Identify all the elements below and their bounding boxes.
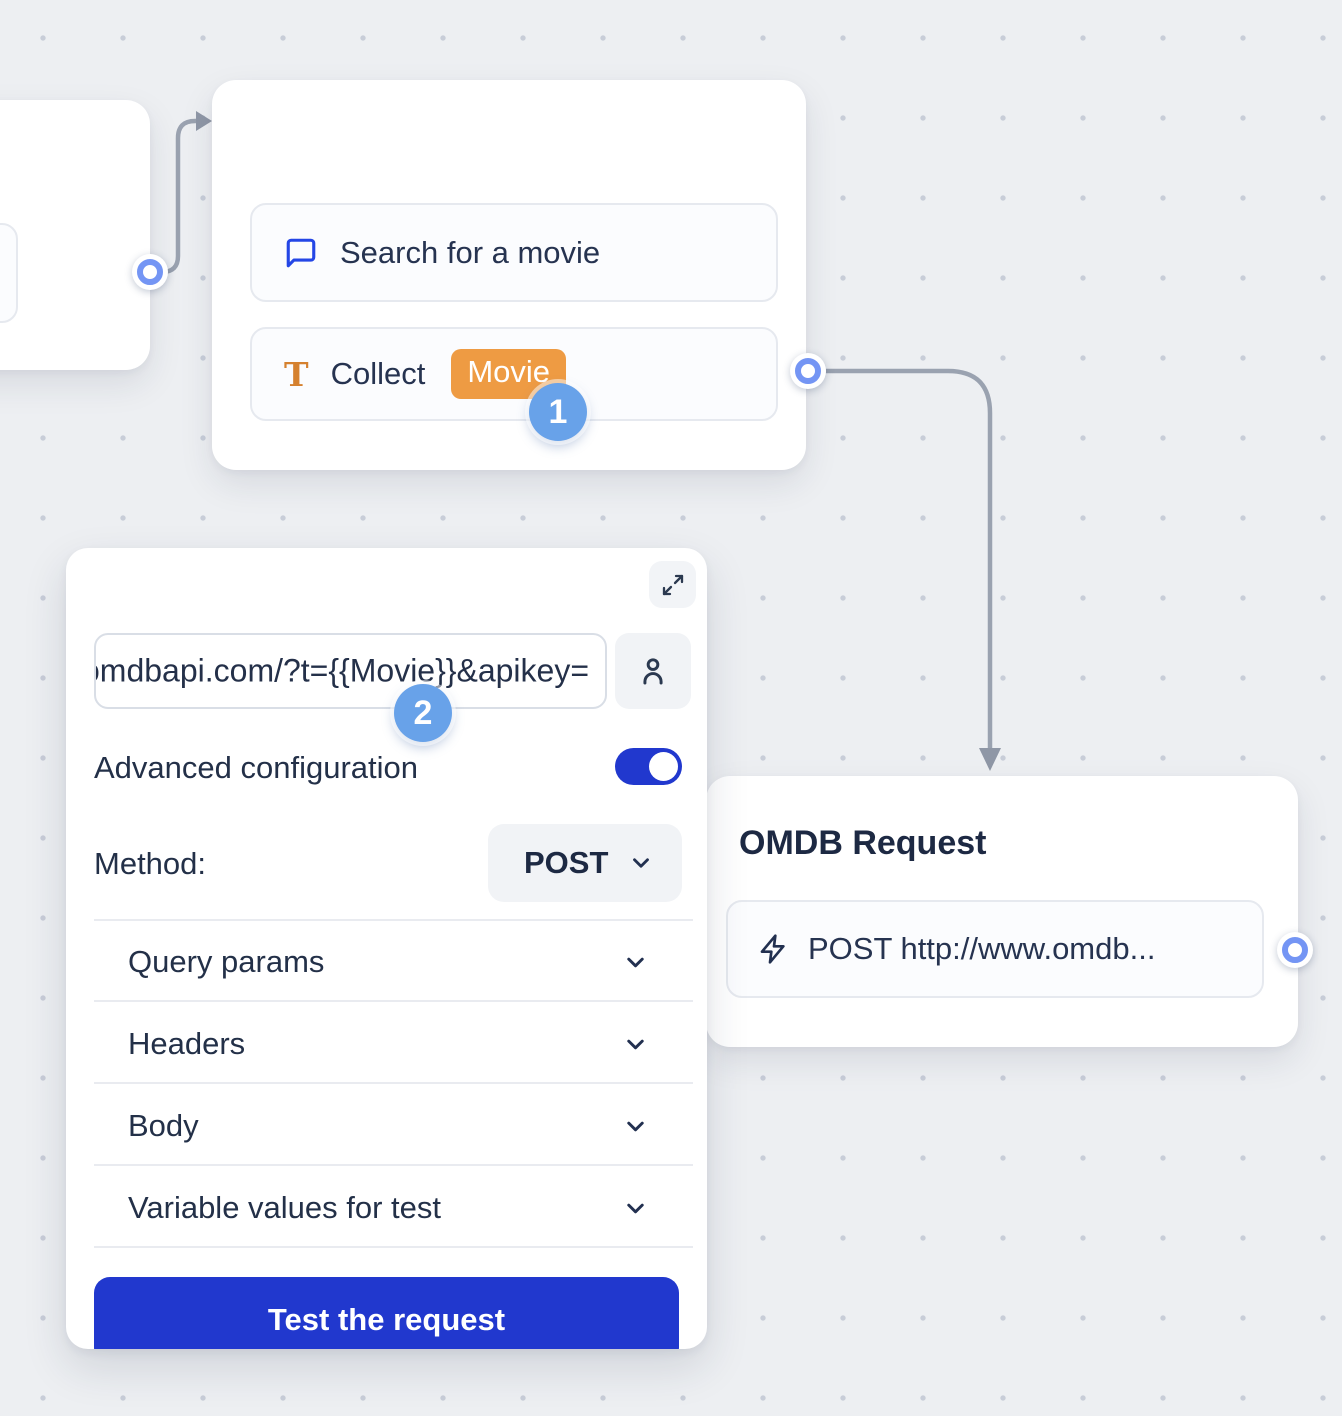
connector-arrowhead-down — [979, 748, 1001, 771]
section-query-params[interactable]: Query params — [94, 942, 693, 982]
section-label: Body — [128, 1108, 199, 1144]
test-request-button[interactable]: Test the request — [94, 1277, 679, 1349]
connector-arrowhead-right — [196, 111, 212, 131]
section-label: Variable values for test — [128, 1190, 441, 1226]
chevron-down-icon — [622, 1031, 649, 1058]
method-value: POST — [524, 845, 608, 881]
section-label: Query params — [128, 944, 324, 980]
section-label: Headers — [128, 1026, 245, 1062]
divider — [94, 1082, 693, 1084]
user-icon — [636, 654, 670, 688]
chat-bubble-icon — [284, 236, 318, 270]
movie-search-node[interactable]: Movie search Search for a movie T Collec… — [212, 80, 806, 470]
text-input-icon: T — [284, 358, 309, 391]
node-title-omdb: OMDB Request — [739, 823, 986, 863]
section-headers[interactable]: Headers — [94, 1024, 693, 1064]
advanced-config-toggle[interactable] — [615, 748, 682, 785]
webhook-block[interactable]: POST http://www.omdb... — [726, 900, 1264, 998]
output-port-partial[interactable] — [132, 254, 168, 290]
chevron-down-icon — [628, 850, 654, 876]
chevron-down-icon — [622, 1195, 649, 1222]
connector-partial-to-movie — [152, 121, 197, 272]
collect-label: Collect — [331, 356, 426, 392]
message-label: Search for a movie — [340, 235, 600, 271]
divider — [94, 1164, 693, 1166]
step-badge-1: 1 — [529, 383, 587, 441]
webhook-editor-panel: http://www.omdbapi.com/?t={{Movie}}&apik… — [66, 548, 707, 1349]
flow-canvas[interactable]: Movie search Search for a movie T Collec… — [0, 0, 1342, 1416]
output-port-movie[interactable] — [790, 353, 826, 389]
variables-button[interactable] — [615, 633, 691, 709]
collect-input-block[interactable]: T Collect Movie — [250, 327, 778, 421]
divider — [94, 1000, 693, 1002]
step-badge-2: 2 — [394, 684, 452, 742]
url-input[interactable]: http://www.omdbapi.com/?t={{Movie}}&apik… — [94, 633, 607, 709]
url-value: http://www.omdbapi.com/?t={{Movie}}&apik… — [94, 653, 589, 690]
toggle-knob — [649, 752, 678, 781]
advanced-config-label: Advanced configuration — [94, 748, 418, 788]
chevron-down-icon — [622, 949, 649, 976]
partial-node-item[interactable] — [0, 223, 18, 323]
expand-icon — [661, 573, 685, 597]
omdb-request-node[interactable]: OMDB Request POST http://www.omdb... — [706, 776, 1298, 1047]
section-variable-values[interactable]: Variable values for test — [94, 1188, 693, 1228]
divider — [94, 1246, 693, 1248]
expand-button[interactable] — [649, 561, 696, 608]
output-port-omdb[interactable] — [1277, 932, 1313, 968]
divider — [94, 919, 693, 921]
method-label: Method: — [94, 844, 206, 884]
webhook-label: POST http://www.omdb... — [808, 931, 1155, 967]
chevron-down-icon — [622, 1113, 649, 1140]
method-select[interactable]: POST — [488, 824, 682, 902]
section-body[interactable]: Body — [94, 1106, 693, 1146]
message-block[interactable]: Search for a movie — [250, 203, 778, 302]
connector-movie-to-omdb — [826, 371, 990, 750]
lightning-icon — [758, 933, 790, 965]
partial-node-card[interactable] — [0, 100, 150, 370]
